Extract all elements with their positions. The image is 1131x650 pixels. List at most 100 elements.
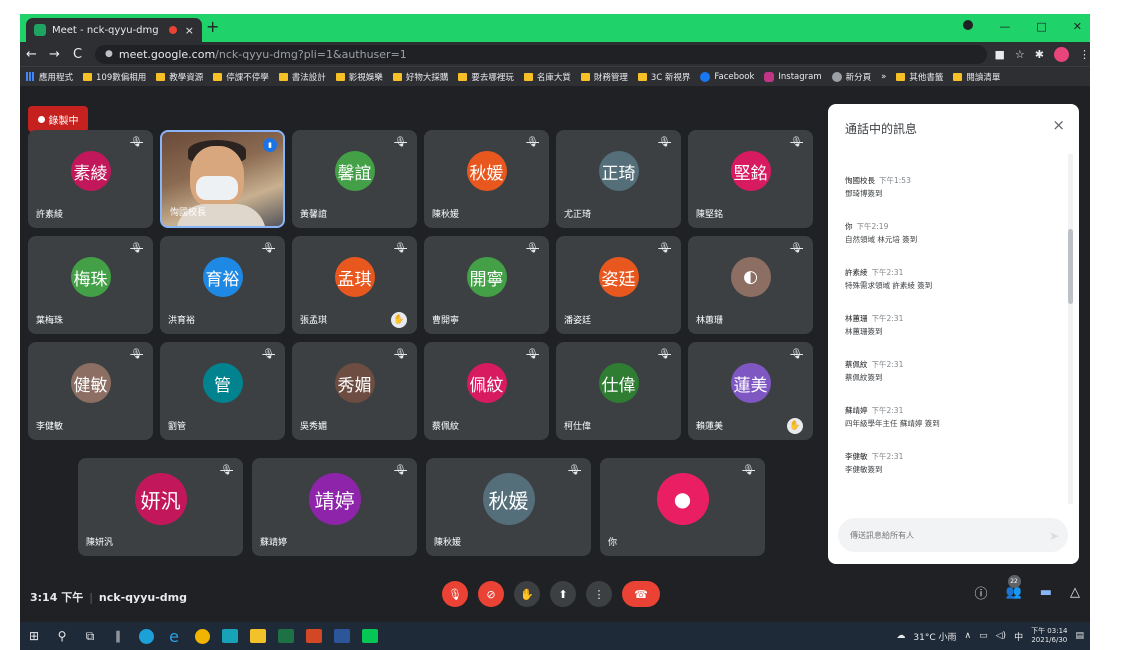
participant-tile[interactable]: 育裕 洪育裕 🎙: [160, 236, 285, 334]
app-k-icon[interactable]: [216, 622, 244, 650]
tray-chevron-icon[interactable]: ∧: [965, 631, 972, 641]
participant-tile[interactable]: 秋媛 陳秋媛 🎙: [426, 458, 591, 556]
participant-tile[interactable]: 佩紋 蔡佩紋 🎙: [424, 342, 549, 440]
scroll-thumb[interactable]: [1068, 229, 1073, 304]
forward-button[interactable]: →: [43, 47, 66, 62]
start-icon[interactable]: ⊞: [20, 622, 48, 650]
file-explorer-icon[interactable]: [244, 622, 272, 650]
bookmark-item[interactable]: 3C 新視界: [637, 71, 690, 83]
bookmark-item[interactable]: Instagram: [764, 71, 822, 82]
profile-avatar[interactable]: [1054, 46, 1070, 62]
browser-tab[interactable]: Meet - nck-qyyu-dmg ×: [26, 18, 202, 42]
participant-tile[interactable]: 開寧 曹開寧 🎙: [424, 236, 549, 334]
participant-tile[interactable]: 姿廷 潘姿廷 🎙: [556, 236, 681, 334]
new-tab-button[interactable]: +: [206, 18, 219, 36]
participant-tile[interactable]: 靖婷 蘇靖婷 🎙: [252, 458, 417, 556]
message-time: 下午2:31: [871, 406, 904, 415]
notification-icon[interactable]: ▤: [1075, 631, 1084, 641]
task-view-icon[interactable]: ⧉: [76, 622, 104, 650]
participant-tile[interactable]: ▮ 恂國校長: [160, 130, 285, 228]
bookmark-item[interactable]: 影視娛樂: [335, 71, 383, 83]
participant-tile[interactable]: 妍汎 陳妍汎 🎙: [78, 458, 243, 556]
bookmark-item[interactable]: 財務管理: [580, 71, 628, 83]
word-icon[interactable]: [328, 622, 356, 650]
back-button[interactable]: ←: [20, 47, 43, 62]
present-screen-button[interactable]: ⬆: [550, 581, 576, 607]
participant-avatar: 仕偉: [598, 363, 639, 403]
chrome-icon[interactable]: [188, 622, 216, 650]
weather-icon[interactable]: ☁: [896, 631, 905, 641]
chat-close-button[interactable]: ×: [1052, 116, 1065, 134]
camera-icon[interactable]: ■: [995, 48, 1005, 61]
participant-name: 李健敏: [36, 422, 64, 432]
bookmark-item[interactable]: 好物大採購: [392, 71, 448, 83]
participant-tile[interactable]: 孟琪 張孟琪 🎙 ✋: [292, 236, 417, 334]
chat-scrollbar[interactable]: [1068, 154, 1073, 504]
tab-close-button[interactable]: ×: [185, 24, 194, 37]
record-circle-icon[interactable]: [963, 20, 974, 30]
bookmark-item[interactable]: 停課不停學: [213, 71, 269, 83]
bookmark-item[interactable]: 109數偏相用: [83, 71, 146, 83]
people-button[interactable]: 22 👥: [1006, 575, 1022, 600]
chat-input[interactable]: [838, 518, 1068, 552]
participant-tile[interactable]: 堅銘 陳堅銘 🎙: [688, 130, 813, 228]
extensions-icon[interactable]: ✱: [1035, 48, 1044, 61]
hang-up-button[interactable]: ☎: [622, 581, 660, 607]
activities-icon[interactable]: △: [1070, 585, 1080, 600]
app-icon[interactable]: ∥: [104, 622, 132, 650]
participant-tile[interactable]: 仕偉 柯仕偉 🎙: [556, 342, 681, 440]
bookmark-item[interactable]: 新分頁: [831, 71, 871, 83]
bookmark-item[interactable]: 閱讀清單: [953, 71, 1000, 83]
reload-button[interactable]: C: [66, 47, 89, 62]
volume-icon[interactable]: ◁): [996, 631, 1006, 641]
recording-label: 錄製中: [48, 115, 79, 127]
speaking-indicator-icon: ▮: [263, 138, 277, 152]
participant-tile[interactable]: 秋媛 陳秋媛 🎙: [424, 130, 549, 228]
system-tray: ☁ 31°C 小雨 ∧ ▭ ◁) 中 下午 03:14 2021/6/30 ▤: [896, 627, 1090, 645]
participant-tile[interactable]: 馨誼 黃馨誼 🎙: [292, 130, 417, 228]
meeting-controls-bar: 3:14 下午 | nck-qyyu-dmg 🎙 ⊘ ✋ ⬆ ⋮ ☎ ⓘ 22 👥 ▬…: [20, 575, 1090, 619]
meeting-details-icon[interactable]: ⓘ: [975, 583, 988, 602]
mic-muted-icon: 🎙: [130, 243, 143, 254]
weather-text[interactable]: 31°C 小雨: [913, 630, 956, 643]
bookmark-item[interactable]: Facebook: [700, 71, 754, 82]
bookmark-item[interactable]: 要去哪裡玩: [458, 71, 514, 83]
menu-icon[interactable]: ⋮: [1079, 48, 1090, 61]
participant-tile[interactable]: 健敏 李健敏 🎙: [28, 342, 153, 440]
more-options-button[interactable]: ⋮: [586, 581, 612, 607]
search-icon[interactable]: ⚲: [48, 622, 76, 650]
chat-button[interactable]: ▬: [1040, 585, 1052, 600]
bookmark-item[interactable]: 應用程式: [26, 71, 73, 83]
participant-tile[interactable]: 素綾 許素綾 🎙: [28, 130, 153, 228]
participant-tile[interactable]: 秀媚 吳秀媚 🎙: [292, 342, 417, 440]
close-window-button[interactable]: ✕: [1073, 20, 1082, 33]
meet-stage: 錄製中 素綾 許素綾 🎙 ▮ 恂國校長 馨誼 黃馨誼 🎙 秋媛 陳秋媛 🎙 正琦 尤正琦 🎙 堅銘 陳堅銘 🎙 梅…: [20, 86, 1090, 622]
participant-tile[interactable]: 蓮美 賴蓮美 🎙 ✋: [688, 342, 813, 440]
bookmark-item[interactable]: 書法設計: [278, 71, 326, 83]
maximize-button[interactable]: □: [1036, 20, 1046, 33]
minimize-button[interactable]: —: [999, 20, 1010, 33]
line-icon[interactable]: [356, 622, 384, 650]
ime-indicator[interactable]: 中: [1014, 630, 1023, 643]
url-field[interactable]: ● meet.google.com/nck-qyyu-dmg?pli=1&aut…: [95, 44, 987, 64]
bookmark-item[interactable]: »: [881, 72, 886, 82]
mic-off-button[interactable]: 🎙: [442, 581, 468, 607]
network-icon[interactable]: ▭: [979, 631, 988, 641]
participant-tile[interactable]: 管劉管 🎙: [160, 342, 285, 440]
clock[interactable]: 下午 03:14 2021/6/30: [1031, 627, 1067, 645]
participant-tile[interactable]: 正琦 尤正琦 🎙: [556, 130, 681, 228]
bookmark-item[interactable]: 其他書籤: [896, 71, 943, 83]
powerpoint-icon[interactable]: [300, 622, 328, 650]
camera-off-button[interactable]: ⊘: [478, 581, 504, 607]
ie-icon[interactable]: e: [160, 622, 188, 650]
bookmark-item[interactable]: 教學資源: [156, 71, 203, 83]
raise-hand-button[interactable]: ✋: [514, 581, 540, 607]
excel-icon[interactable]: [272, 622, 300, 650]
participant-tile[interactable]: ● 你 🎙: [600, 458, 765, 556]
send-icon[interactable]: ➤: [1049, 529, 1059, 543]
participant-tile[interactable]: 梅珠 葉梅珠 🎙: [28, 236, 153, 334]
star-icon[interactable]: ☆: [1015, 48, 1025, 61]
edge-icon[interactable]: [132, 622, 160, 650]
bookmark-item[interactable]: 名庫大質: [523, 71, 571, 83]
participant-tile[interactable]: ◐ 林蕙珊 🎙: [688, 236, 813, 334]
